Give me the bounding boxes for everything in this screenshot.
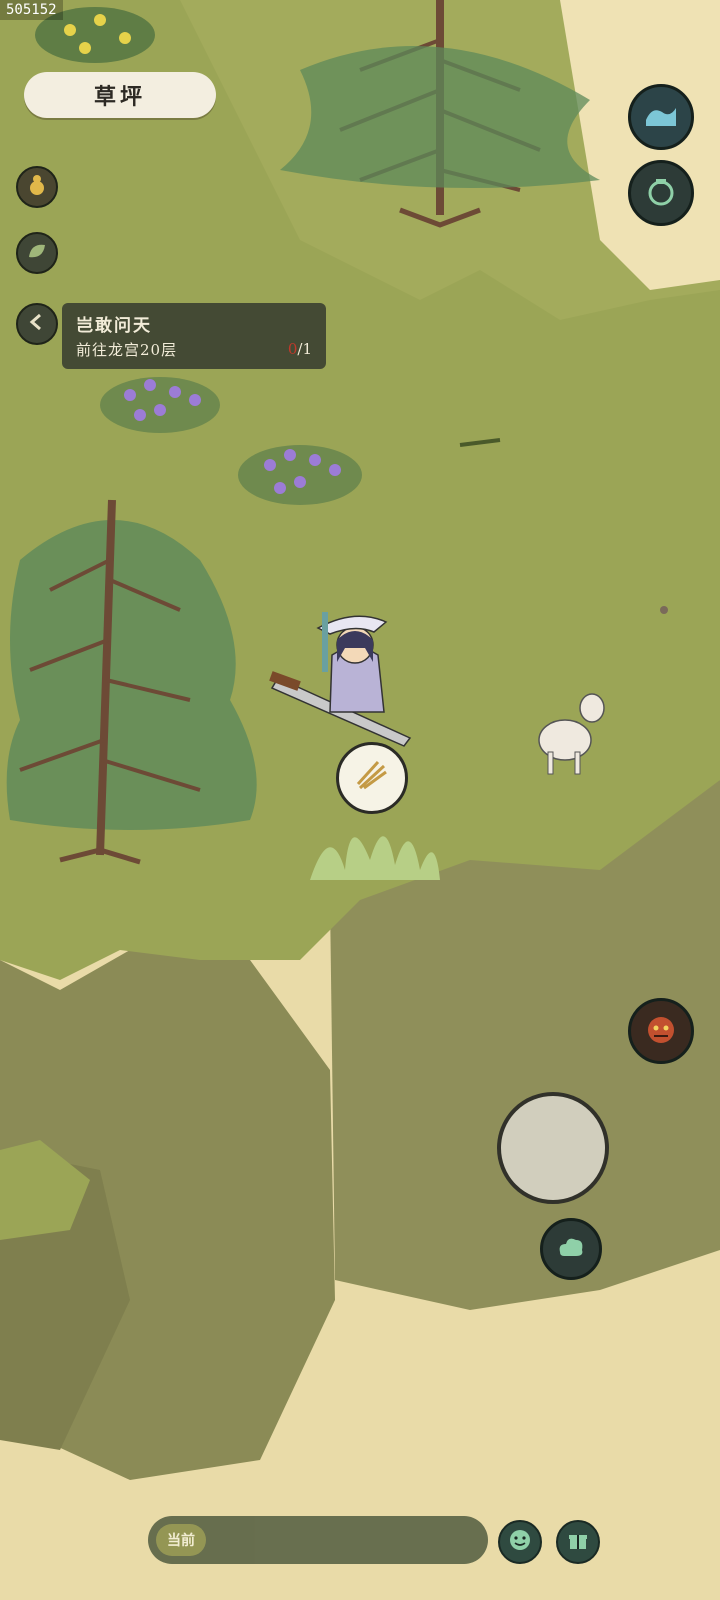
smiley-icon: [507, 1527, 533, 1557]
chevron-left-icon: [26, 311, 48, 337]
gift-button[interactable]: [556, 1520, 600, 1564]
quest-panel[interactable]: 岂敢问天 前往龙宫20层 0/1: [62, 303, 326, 369]
pebble: [660, 606, 668, 614]
virtual-joystick[interactable]: [497, 1092, 609, 1204]
chat-channel-label[interactable]: 当前: [156, 1524, 206, 1556]
leaf-button[interactable]: [16, 232, 58, 274]
wheat-icon: [352, 756, 392, 800]
jar-icon: [643, 173, 679, 213]
flower-bush-2: [238, 445, 362, 505]
skill-wave-button[interactable]: [628, 84, 694, 150]
debug-id-text: 505152: [0, 0, 63, 20]
gather-prompt-bubble[interactable]: [336, 742, 408, 814]
wave-icon: [642, 96, 680, 138]
quest-title: 岂敢问天: [76, 316, 152, 336]
emote-button[interactable]: [498, 1520, 542, 1564]
gourd-icon: [25, 173, 49, 201]
quest-collapse-button[interactable]: [16, 303, 58, 345]
quest-progress-current: 0: [287, 340, 298, 358]
demon-mask-icon: [642, 1010, 680, 1052]
flower-bush-1: [100, 377, 220, 433]
gift-icon: [565, 1527, 591, 1557]
quest-progress-total: /1: [297, 340, 312, 358]
chat-bar[interactable]: 当前: [148, 1516, 488, 1564]
demon-mask-button[interactable]: [628, 998, 694, 1064]
location-name: 草坪: [93, 84, 146, 110]
location-label: 草坪: [24, 72, 216, 118]
cloud-icon: [554, 1230, 588, 1268]
cloud-skill-button[interactable]: [540, 1218, 602, 1280]
quest-description: 前往龙宫20层: [76, 341, 178, 359]
leaf-icon: [25, 239, 49, 267]
inventory-jar-button[interactable]: [628, 160, 694, 226]
quest-progress: 0/1: [288, 340, 312, 358]
gourd-button[interactable]: [16, 166, 58, 208]
